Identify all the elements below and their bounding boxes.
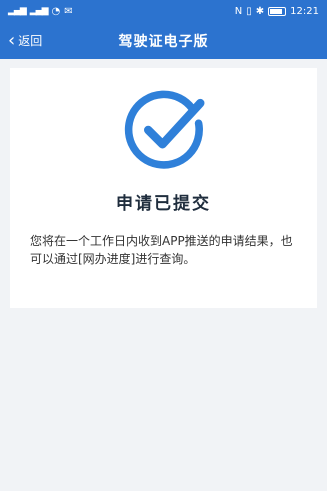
nav-bar: ‹ 返回 驾驶证电子版 — [0, 22, 327, 59]
wifi-icon: ◔ — [51, 5, 61, 17]
message-icon: ✉ — [64, 5, 73, 17]
bluetooth-icon: ✱ — [255, 5, 265, 17]
checkmark-circle-icon — [124, 90, 205, 169]
status-left: ▂▄▆ ▂▄▆ ◔ ✉ — [8, 6, 73, 17]
vibrate-icon: ▯ — [246, 5, 252, 17]
chevron-left-icon: ‹ — [8, 29, 16, 51]
back-button[interactable]: ‹ 返回 — [8, 22, 42, 59]
status-bar: ▂▄▆ ▂▄▆ ◔ ✉ N ▯ ✱ 12:21 — [0, 0, 327, 22]
result-description: 您将在一个工作日内收到APP推送的申请结果，也可以通过[网办进度]进行查询。 — [30, 234, 293, 266]
signal-icon: ▂▄▆ — [29, 6, 49, 16]
result-title: 申请已提交 — [116, 194, 211, 214]
result-card: 申请已提交 您将在一个工作日内收到APP推送的申请结果，也可以通过[网办进度]进… — [10, 68, 317, 308]
nfc-icon: N — [234, 5, 243, 17]
status-right: N ▯ ✱ 12:21 — [235, 6, 319, 17]
battery-icon — [268, 6, 287, 16]
page-title: 驾驶证电子版 — [118, 33, 209, 50]
back-label: 返回 — [18, 34, 43, 48]
status-time: 12:21 — [290, 5, 319, 17]
signal-icon: ▂▄▆ — [8, 6, 27, 16]
